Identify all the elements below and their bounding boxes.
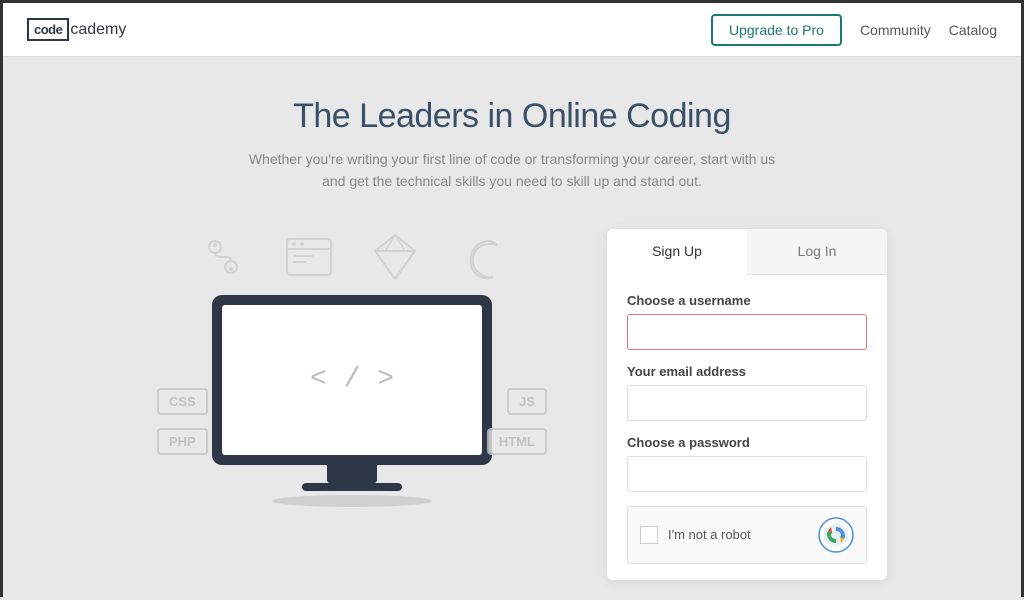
moon-icon [453,229,509,285]
email-group: Your email address [627,364,867,421]
form-tabs: Sign Up Log In [607,229,887,275]
password-label: Choose a password [627,435,867,450]
hero-subtitle: Whether you're writing your first line o… [249,148,775,193]
illustration: CSS PHP JS HTML < / > [137,229,567,529]
monitor-base [302,483,402,491]
logo: code cademy [27,18,126,41]
main-content: The Leaders in Online Coding Whether you… [3,57,1021,600]
bottom-section: CSS PHP JS HTML < / > Si [63,229,961,580]
username-label: Choose a username [627,293,867,308]
tab-login[interactable]: Log In [747,229,887,274]
captcha-row: I'm not a robot [627,506,867,564]
python-icon [195,229,251,285]
catalog-link[interactable]: Catalog [949,22,997,38]
community-link[interactable]: Community [860,22,931,38]
email-label: Your email address [627,364,867,379]
username-group: Choose a username [627,293,867,350]
captcha-label: I'm not a robot [668,527,751,542]
monitor-wrap: CSS PHP JS HTML < / > [137,295,567,507]
float-icons-row [137,229,567,285]
tab-signup[interactable]: Sign Up [607,229,747,275]
logo-box: code [27,18,69,41]
monitor-screen-outer: < / > [212,295,492,465]
browser-icon [281,229,337,285]
form-panel: Sign Up Log In Choose a username Your em… [607,229,887,580]
upgrade-button[interactable]: Upgrade to Pro [711,14,842,46]
js-tag: JS [507,388,547,415]
nav: Upgrade to Pro Community Catalog [711,14,997,46]
captcha-left: I'm not a robot [640,526,751,544]
monitor-screen-inner: < / > [222,305,482,455]
hero-section: The Leaders in Online Coding Whether you… [249,97,775,193]
hero-title: The Leaders in Online Coding [249,97,775,136]
logo-code-text: code [34,22,62,37]
html-tag: HTML [487,428,547,455]
monitor-stand [327,465,377,483]
diamond-icon [367,229,423,285]
code-display: < / > [310,364,394,395]
monitor-shadow [272,495,432,507]
monitor: < / > [212,295,492,507]
header: code cademy Upgrade to Pro Community Cat… [3,3,1021,57]
php-tag: PHP [157,428,208,455]
logo-suffix: cademy [70,21,126,39]
password-input[interactable] [627,456,867,492]
username-input[interactable] [627,314,867,350]
form-body: Choose a username Your email address Cho… [607,275,887,580]
password-group: Choose a password [627,435,867,492]
css-tag: CSS [157,388,208,415]
recaptcha-logo [818,517,854,553]
captcha-checkbox[interactable] [640,526,658,544]
email-input[interactable] [627,385,867,421]
